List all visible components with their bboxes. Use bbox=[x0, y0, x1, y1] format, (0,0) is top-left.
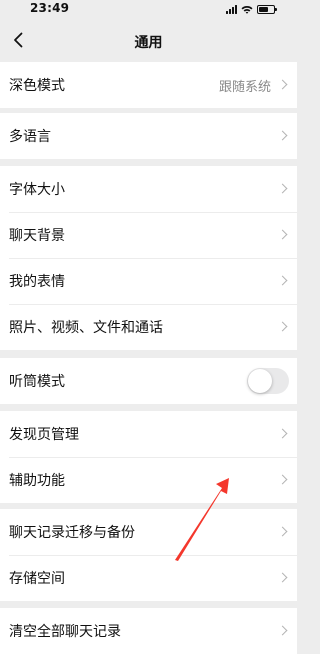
row-label: 深色模式 bbox=[9, 78, 65, 94]
settings-row-media-files-calls[interactable]: 照片、视频、文件和通话 bbox=[0, 304, 297, 350]
settings-row-accessibility[interactable]: 辅助功能 bbox=[0, 457, 297, 503]
cellular-signal-icon bbox=[226, 4, 237, 14]
nav-bar: 通用 bbox=[0, 18, 297, 62]
group-discover: 发现页管理 辅助功能 bbox=[0, 411, 297, 503]
row-label: 听筒模式 bbox=[9, 374, 65, 390]
row-label: 聊天记录迁移与备份 bbox=[9, 525, 135, 541]
row-label: 我的表情 bbox=[9, 274, 65, 290]
group-appearance: 字体大小 聊天背景 我的表情 照片、视频、文件和通话 bbox=[0, 166, 297, 350]
settings-row-my-stickers[interactable]: 我的表情 bbox=[0, 258, 297, 304]
battery-icon bbox=[257, 4, 277, 14]
group-earpiece: 听筒模式 bbox=[0, 358, 297, 404]
status-time: 23:49 bbox=[30, 1, 70, 15]
settings-row-discover-management[interactable]: 发现页管理 bbox=[0, 411, 297, 457]
group-display-mode: 深色模式 跟随系统 bbox=[0, 62, 297, 108]
group-clear-history: 清空全部聊天记录 bbox=[0, 608, 297, 654]
row-value: 跟随系统 bbox=[218, 79, 271, 95]
chevron-right-icon bbox=[277, 474, 288, 485]
row-label: 发现页管理 bbox=[9, 427, 79, 443]
settings-row-earpiece-mode: 听筒模式 bbox=[0, 358, 297, 404]
chevron-right-icon bbox=[277, 625, 288, 636]
settings-row-storage[interactable]: 存储空间 bbox=[0, 555, 297, 601]
row-label: 字体大小 bbox=[9, 182, 65, 198]
group-storage: 聊天记录迁移与备份 存储空间 bbox=[0, 509, 297, 601]
chevron-right-icon bbox=[277, 275, 288, 286]
chevron-right-icon bbox=[277, 526, 288, 537]
row-label: 聊天背景 bbox=[9, 228, 65, 244]
group-language: 多语言 bbox=[0, 113, 297, 159]
chevron-right-icon bbox=[277, 321, 288, 332]
toggle-knob bbox=[248, 369, 272, 393]
status-bar: 23:49 bbox=[0, 0, 297, 18]
settings-row-chat-migration-backup[interactable]: 聊天记录迁移与备份 bbox=[0, 509, 297, 555]
row-label: 辅助功能 bbox=[9, 473, 65, 489]
settings-row-dark-mode[interactable]: 深色模式 跟随系统 bbox=[0, 62, 297, 108]
chevron-right-icon bbox=[277, 79, 288, 90]
row-label: 照片、视频、文件和通话 bbox=[9, 320, 163, 336]
earpiece-mode-toggle[interactable] bbox=[247, 368, 289, 394]
chevron-right-icon bbox=[277, 428, 288, 439]
page-title: 通用 bbox=[134, 35, 163, 51]
chevron-right-icon bbox=[277, 229, 288, 240]
chevron-right-icon bbox=[277, 183, 288, 194]
settings-row-chat-background[interactable]: 聊天背景 bbox=[0, 212, 297, 258]
status-icons bbox=[226, 3, 277, 15]
row-label: 多语言 bbox=[9, 129, 51, 145]
row-label: 清空全部聊天记录 bbox=[9, 624, 121, 640]
settings-row-clear-all-chats[interactable]: 清空全部聊天记录 bbox=[0, 608, 297, 654]
wifi-icon bbox=[241, 5, 253, 14]
settings-row-font-size[interactable]: 字体大小 bbox=[0, 166, 297, 212]
chevron-right-icon bbox=[277, 572, 288, 583]
row-label: 存储空间 bbox=[9, 571, 65, 587]
chevron-right-icon bbox=[277, 130, 288, 141]
settings-row-language[interactable]: 多语言 bbox=[0, 113, 297, 159]
